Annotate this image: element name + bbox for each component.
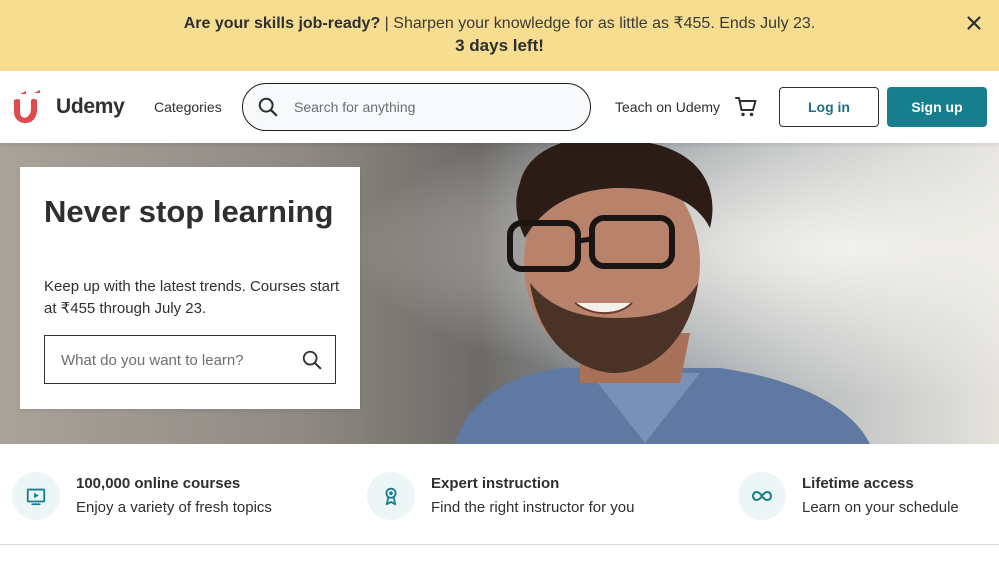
feature-item: 100,000 online courses Enjoy a variety o… [12, 472, 352, 522]
teach-on-udemy-link[interactable]: Teach on Udemy [615, 99, 720, 115]
feature-title: Lifetime access [802, 475, 914, 492]
feature-text: Learn on your schedule [802, 499, 959, 516]
search-icon[interactable] [301, 349, 323, 371]
search-icon[interactable] [257, 96, 279, 118]
search-input[interactable] [294, 96, 574, 118]
promo-body: Sharpen your knowledge for as little as … [393, 15, 816, 32]
hero-banner: Never stop learning Keep up with the lat… [0, 143, 999, 444]
features-strip: 100,000 online courses Enjoy a variety o… [0, 444, 999, 545]
feature-text: Enjoy a variety of fresh topics [76, 499, 272, 516]
hero-search-input[interactable] [61, 350, 291, 370]
feature-title: 100,000 online courses [76, 475, 241, 492]
promo-text: Are your skills job-ready? | Sharpen you… [0, 13, 999, 33]
feature-item: Lifetime access Learn on your schedule [738, 472, 988, 522]
hero-subtitle: Keep up with the latest trends. Courses … [44, 278, 340, 317]
promo-countdown: 3 days left! [455, 36, 544, 55]
feature-item: Expert instruction Find the right instru… [367, 472, 707, 522]
feature-text: Find the right instructor for you [431, 499, 635, 516]
infinity-icon [738, 472, 786, 520]
hero-search-bar[interactable] [44, 335, 336, 384]
close-icon[interactable] [963, 12, 985, 34]
logo-text: Udemy [56, 95, 125, 118]
video-play-icon [12, 472, 60, 520]
signup-button[interactable]: Sign up [887, 87, 987, 127]
categories-link[interactable]: Categories [154, 99, 222, 115]
promo-separator: | [380, 15, 394, 32]
feature-title: Expert instruction [431, 475, 560, 492]
udemy-logo-icon [14, 90, 40, 123]
udemy-logo[interactable]: Udemy [12, 89, 125, 125]
promo-banner: Are your skills job-ready? | Sharpen you… [0, 0, 999, 71]
promo-headline: Are your skills job-ready? [183, 15, 381, 32]
top-nav: Udemy Categories Teach on Udemy Log in S… [0, 71, 999, 143]
award-ribbon-icon [367, 472, 415, 520]
shopping-cart-icon[interactable] [734, 95, 758, 119]
search-bar[interactable] [242, 83, 591, 131]
login-button[interactable]: Log in [779, 87, 879, 127]
hero-title: Never stop learning [44, 194, 334, 229]
hero-card: Never stop learning Keep up with the lat… [20, 167, 360, 409]
